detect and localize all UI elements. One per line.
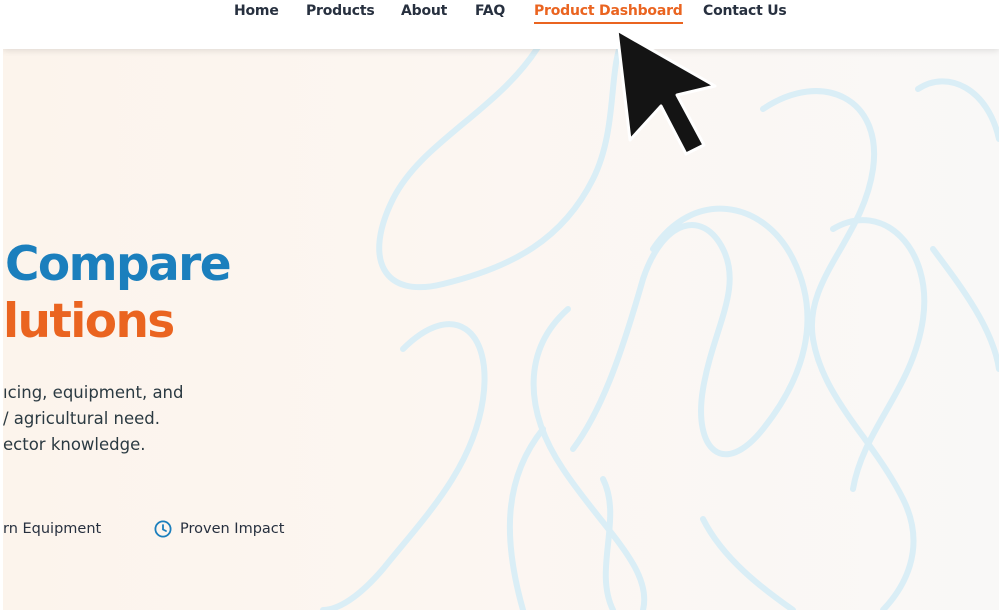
hero-description-line: ıcing, equipment, and <box>3 383 184 402</box>
nav-link-faq[interactable]: FAQ <box>475 2 505 20</box>
nav-link-product-dashboard[interactable]: Product Dashboard <box>534 2 683 24</box>
hero-headline-line1: Compare <box>5 237 232 292</box>
page-viewport: Compare lutions ıcing, equipment, and / … <box>3 0 999 610</box>
feature-label: Proven Impact <box>180 521 285 537</box>
hero-headline-line2: lutions <box>3 294 175 349</box>
mouse-pointer-icon <box>615 28 717 156</box>
hero-description: ıcing, equipment, and / agricultural nee… <box>3 380 184 458</box>
nav-link-products[interactable]: Products <box>306 2 375 20</box>
hero-description-line: / agricultural need. <box>3 409 160 428</box>
site-header: Home Products About FAQ Product Dashboar… <box>3 0 999 49</box>
clock-icon <box>154 520 172 538</box>
nav-link-contact-us[interactable]: Contact Us <box>703 2 787 20</box>
nav-link-about[interactable]: About <box>401 2 447 20</box>
nav-link-home[interactable]: Home <box>234 2 279 20</box>
feature-label: rn Equipment <box>3 521 102 537</box>
feature-modern-equipment: rn Equipment <box>3 519 101 539</box>
hero-description-line: ector knowledge. <box>3 435 146 454</box>
feature-proven-impact: Proven Impact <box>153 519 284 539</box>
main-navigation: Home Products About FAQ Product Dashboar… <box>3 2 999 24</box>
